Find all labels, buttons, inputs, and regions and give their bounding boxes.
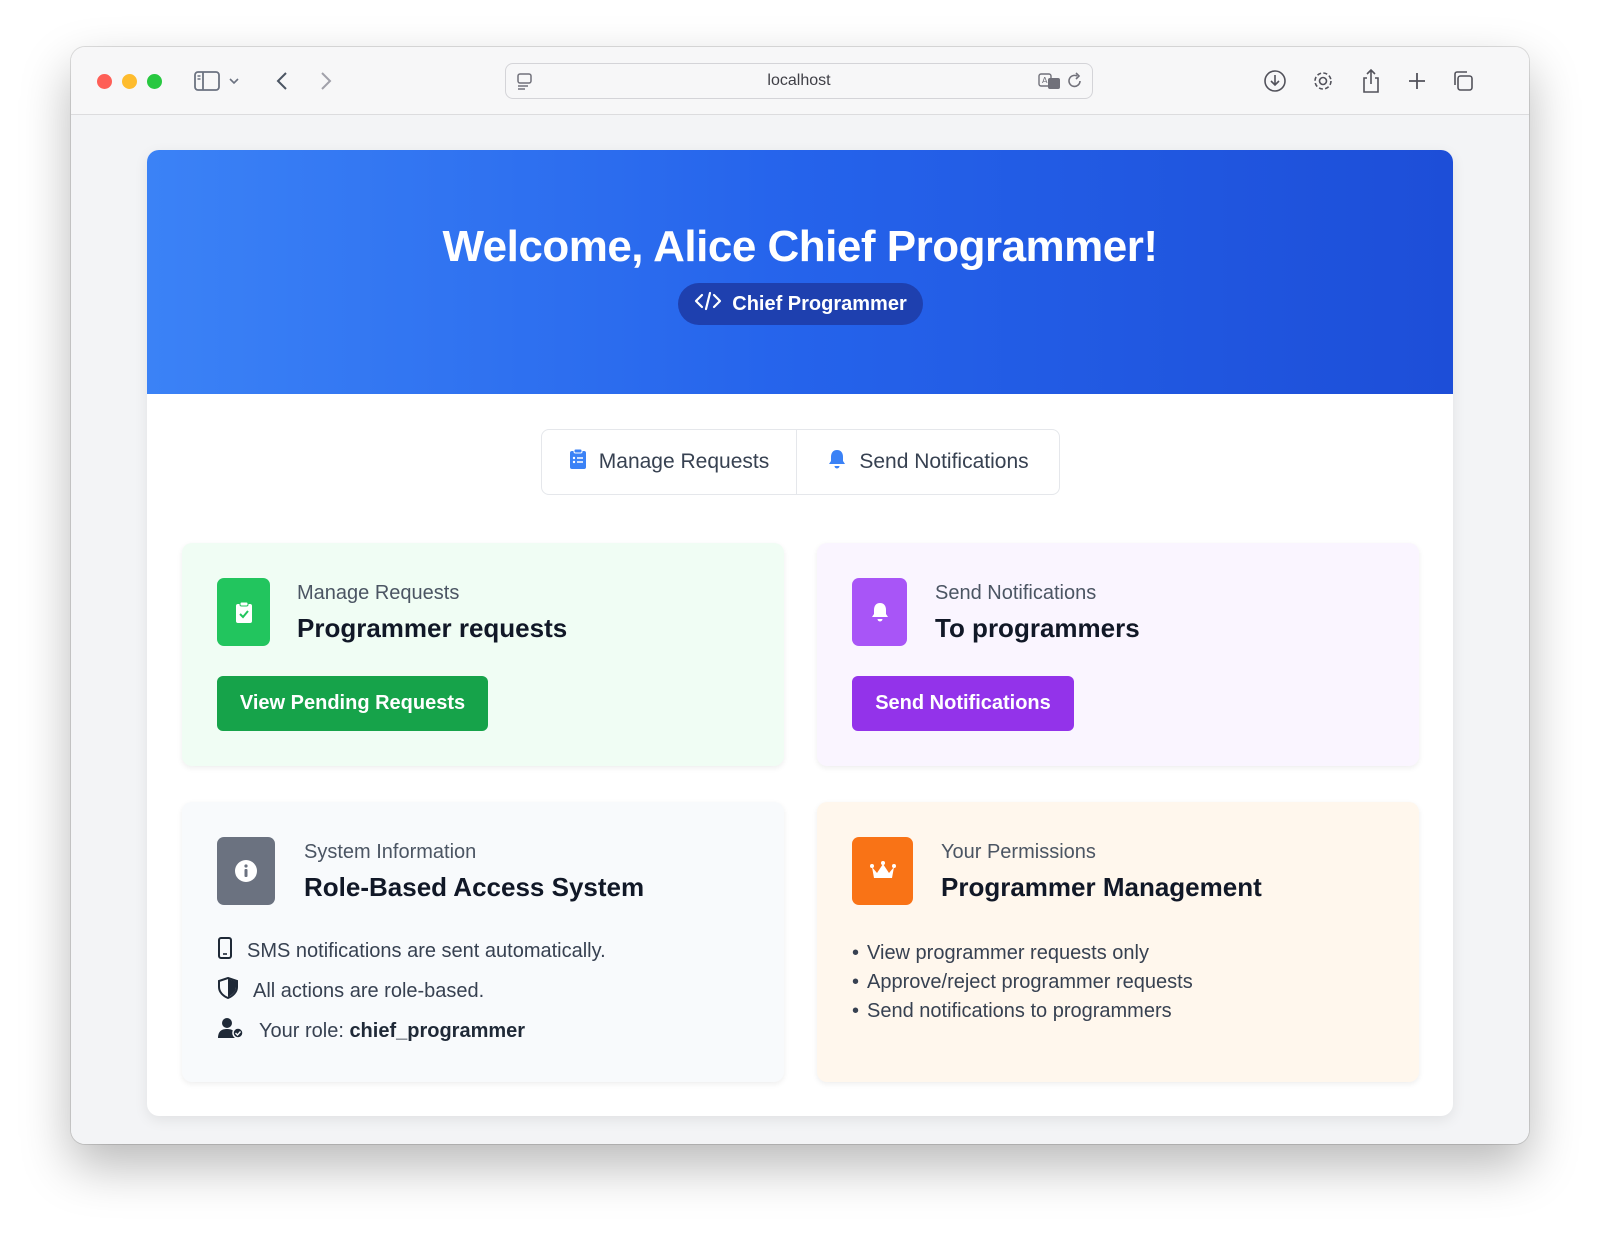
browser-window: localhost A Welcome, Alice Chief Program… — [71, 47, 1529, 1144]
role-badge: Chief Programmer — [678, 283, 923, 325]
info-row-text: SMS notifications are sent automatically… — [247, 939, 606, 962]
welcome-title: Welcome, Alice Chief Programmer! — [442, 222, 1158, 271]
code-icon — [694, 291, 722, 317]
gear-icon[interactable] — [1309, 67, 1337, 95]
tab-manage-requests-label: Manage Requests — [598, 450, 770, 473]
card-subtitle: Your Permissions — [941, 841, 1096, 863]
permissions-list: • View programmer requests only • Approve/… — [852, 939, 1193, 1026]
dashboard-card: Welcome, Alice Chief Programmer! Chief P… — [147, 150, 1453, 1116]
info-row-text: All actions are role-based. — [253, 979, 485, 1002]
download-icon[interactable] — [1261, 67, 1289, 95]
chevron-down-icon[interactable] — [225, 67, 243, 95]
card-subtitle: System Information — [304, 841, 477, 863]
shield-icon — [217, 976, 239, 1005]
role-label: Your role: — [259, 1019, 344, 1042]
card-heading: To programmers — [935, 613, 1140, 643]
tab-overview-icon[interactable] — [1449, 67, 1477, 95]
sidebar-toggle-icon[interactable] — [193, 67, 221, 95]
info-row-role: Your role: chief_programmer — [217, 1017, 525, 1045]
minimize-window-button[interactable] — [122, 74, 137, 89]
tab-send-notifications[interactable]: Send Notifications — [797, 430, 1059, 494]
reload-icon[interactable] — [1066, 71, 1084, 96]
user-icon — [217, 1017, 245, 1045]
card-subtitle: Send Notifications — [935, 582, 1097, 604]
list-item: • Send notifications to programmers — [852, 1000, 1172, 1022]
svg-text:A: A — [1042, 76, 1048, 85]
role-line: Your role: chief_programmer — [259, 1020, 525, 1043]
card-heading: Programmer Management — [941, 872, 1262, 902]
send-notifications-button[interactable]: Send Notifications — [852, 676, 1074, 731]
role-badge-label: Chief Programmer — [732, 292, 907, 315]
tab-bar: Manage Requests Send Notifications — [541, 429, 1060, 495]
manage-requests-card: Manage Requests Programmer requests View… — [182, 543, 784, 766]
tab-manage-requests[interactable]: Manage Requests — [542, 430, 798, 494]
list-item: • Approve/reject programmer requests — [852, 971, 1193, 993]
info-icon — [217, 837, 275, 905]
crown-icon — [852, 837, 913, 905]
system-information-card: System Information Role-Based Access Sys… — [182, 802, 784, 1082]
bell-icon — [852, 578, 907, 646]
list-item: • View programmer requests only — [852, 942, 1149, 964]
info-row-sms: SMS notifications are sent automatically… — [217, 937, 606, 965]
bell-icon — [827, 448, 847, 476]
close-window-button[interactable] — [97, 74, 112, 89]
card-heading: Role-Based Access System — [304, 872, 645, 902]
card-subtitle: Manage Requests — [297, 582, 460, 604]
browser-toolbar: localhost A — [71, 47, 1529, 115]
share-icon[interactable] — [1357, 67, 1385, 95]
clipboard-check-icon — [217, 578, 270, 646]
zoom-window-button[interactable] — [147, 74, 162, 89]
tab-send-notifications-label: Send Notifications — [859, 450, 1029, 473]
card-heading: Programmer requests — [297, 613, 568, 643]
translate-icon[interactable]: A — [1038, 71, 1062, 96]
view-pending-requests-button[interactable]: View Pending Requests — [217, 676, 488, 731]
permissions-card: Your Permissions Programmer Management •… — [817, 802, 1419, 1082]
info-row-roles: All actions are role-based. — [217, 976, 485, 1005]
mobile-icon — [217, 937, 233, 965]
welcome-banner: Welcome, Alice Chief Programmer! Chief P… — [147, 150, 1453, 394]
new-tab-icon[interactable] — [1403, 67, 1431, 95]
url-text: localhost — [767, 72, 831, 89]
page-viewport: Welcome, Alice Chief Programmer! Chief P… — [71, 116, 1529, 1144]
clipboard-icon — [569, 448, 587, 476]
forward-icon[interactable] — [312, 67, 340, 95]
back-icon[interactable] — [268, 67, 296, 95]
address-bar[interactable]: localhost A — [505, 63, 1093, 99]
send-notifications-card: Send Notifications To programmers Send N… — [817, 543, 1419, 766]
role-value: chief_programmer — [349, 1019, 526, 1042]
